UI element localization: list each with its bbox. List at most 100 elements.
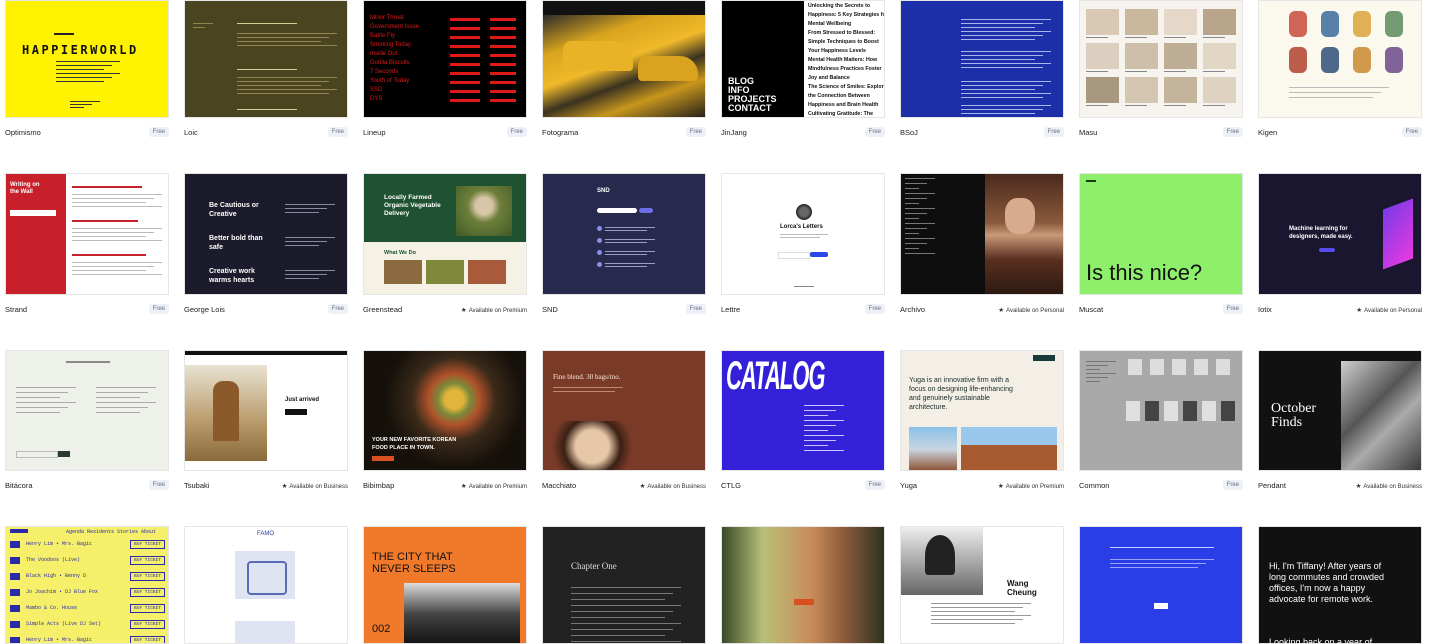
event-name: Henry Lim • Mrs. Bagic	[26, 541, 93, 547]
theme-card[interactable]: Wang Cheung	[900, 526, 1064, 644]
theme-preview[interactable]: YOUR NEW FAVORITE KOREAN FOOD PLACE IN TO…	[363, 350, 527, 471]
theme-card[interactable]: Chapter One	[542, 526, 706, 644]
theme-preview[interactable]: FAMO	[184, 526, 348, 644]
buy-ticket-button[interactable]: BUY TICKET	[130, 540, 166, 549]
buy-ticket-button[interactable]: BUY TICKET	[130, 588, 166, 597]
theme-grid: HAPPIERWORLD Optimismo Free Loic Free Minor T…	[0, 0, 1430, 644]
hero-text: and genuinely sustainable	[909, 395, 990, 402]
logo	[66, 361, 110, 363]
theme-preview[interactable]: CATALOG	[721, 350, 885, 471]
theme-card[interactable]	[1079, 526, 1243, 644]
button	[372, 456, 394, 461]
theme-preview[interactable]: Hi, I'm Tiffany! After years of long comm…	[1258, 526, 1422, 644]
text-line	[804, 445, 828, 446]
buy-ticket-button[interactable]: BUY TICKET	[130, 620, 166, 629]
theme-name[interactable]: Yuga	[900, 481, 917, 490]
text-line	[1086, 369, 1100, 370]
theme-preview[interactable]: Agenda Residents Stories About Henry Lim …	[5, 526, 169, 644]
issue-number: 002	[372, 623, 391, 635]
photo	[722, 527, 884, 643]
badge-label: Available on Business	[647, 484, 706, 490]
theme-name[interactable]: Common	[1079, 481, 1109, 490]
event-name: Jo Joachim • DJ Blue Fox	[26, 589, 99, 595]
theme-card[interactable]: Agenda Residents Stories About Henry Lim …	[5, 526, 169, 644]
product-photo	[235, 621, 295, 643]
text-line	[96, 407, 148, 408]
button	[1033, 355, 1055, 361]
thumb-img	[1216, 359, 1230, 375]
bio-text: advocate for remote work.	[1269, 594, 1374, 604]
plan-badge: ★ Available on Business	[636, 480, 706, 492]
theme-preview[interactable]: Wang Cheung	[900, 526, 1064, 644]
theme-name[interactable]: Bibimbap	[363, 481, 394, 490]
bio-text: long commutes and crowded	[1269, 572, 1385, 582]
theme-card[interactable]: Hi, I'm Tiffany! After years of long comm…	[1258, 526, 1422, 644]
theme-preview[interactable]: October Finds	[1258, 350, 1422, 471]
theme-preview[interactable]: Just arrived	[184, 350, 348, 471]
text-line	[571, 641, 681, 642]
theme-card[interactable]: THE CITY THAT NEVER SLEEPS 002	[363, 526, 527, 644]
text-line	[571, 611, 673, 612]
text-line	[571, 605, 681, 606]
text-line	[1086, 373, 1116, 374]
theme-card[interactable]	[721, 526, 885, 644]
text-line	[571, 629, 673, 630]
input	[16, 451, 58, 458]
button	[58, 451, 70, 457]
plan-badge: ★ Available on Premium	[457, 480, 527, 492]
text-line	[1086, 361, 1116, 362]
badge-label: Free	[152, 482, 165, 488]
buy-ticket-button[interactable]: BUY TICKET	[130, 556, 166, 565]
thumb-img	[1183, 401, 1197, 421]
badge-label: Available on Business	[289, 484, 348, 490]
theme-preview[interactable]	[1079, 526, 1243, 644]
text-line	[804, 450, 844, 451]
text-line	[931, 619, 1023, 620]
buy-ticket-button[interactable]: BUY TICKET	[130, 604, 166, 613]
nav: Agenda Residents Stories About	[66, 529, 157, 535]
text-line	[553, 391, 615, 392]
text-line	[16, 402, 76, 403]
star-icon: ★	[639, 483, 646, 490]
text-line	[1086, 377, 1108, 378]
text-line	[571, 635, 665, 636]
headline: THE CITY THAT	[372, 551, 453, 563]
theme-preview[interactable]: Fine blend. 30 bags/mo.	[542, 350, 706, 471]
theme-preview[interactable]: THE CITY THAT NEVER SLEEPS 002	[363, 526, 527, 644]
text-line	[571, 593, 673, 594]
site-title: CATALOG	[726, 353, 825, 398]
theme-preview[interactable]	[1079, 350, 1243, 471]
headline: Fine blend. 30 bags/mo.	[553, 373, 621, 381]
text-line	[96, 392, 148, 393]
coffee-photo	[543, 421, 705, 470]
theme-preview[interactable]	[5, 350, 169, 471]
free-badge: Free	[148, 480, 169, 490]
hair	[925, 535, 955, 575]
headline: Finds	[1271, 415, 1303, 430]
icon	[10, 541, 20, 548]
text-line	[804, 440, 836, 441]
theme-name[interactable]: Macchiato	[542, 481, 576, 490]
text-line	[931, 615, 1031, 616]
text-line	[571, 587, 681, 588]
buy-ticket-button[interactable]: BUY TICKET	[130, 636, 166, 643]
theme-name[interactable]: Tsubaki	[184, 481, 209, 490]
text-line	[1110, 563, 1206, 564]
theme-preview[interactable]: Chapter One	[542, 526, 706, 644]
theme-name[interactable]: CTLG	[721, 481, 741, 490]
theme-preview[interactable]	[721, 526, 885, 644]
buy-ticket-button[interactable]: BUY TICKET	[130, 572, 166, 581]
theme-name[interactable]: Bitácora	[5, 481, 33, 490]
text-line	[1110, 567, 1198, 568]
free-badge: Free	[1222, 480, 1243, 490]
theme-card[interactable]: FAMO	[184, 526, 348, 644]
theme-name[interactable]: Pendant	[1258, 481, 1286, 490]
event-name: Henry Lim • Mrs. Bagic	[26, 637, 93, 643]
badge-label: Available on Premium	[468, 484, 527, 490]
event-name: Simple Acts (Live DJ Set)	[26, 621, 102, 627]
badge-label: Free	[1226, 482, 1239, 488]
photo	[404, 583, 520, 643]
text-line	[931, 611, 1015, 612]
button	[285, 409, 307, 415]
theme-preview[interactable]: Yuga is an innovative firm with a focus o…	[900, 350, 1064, 471]
